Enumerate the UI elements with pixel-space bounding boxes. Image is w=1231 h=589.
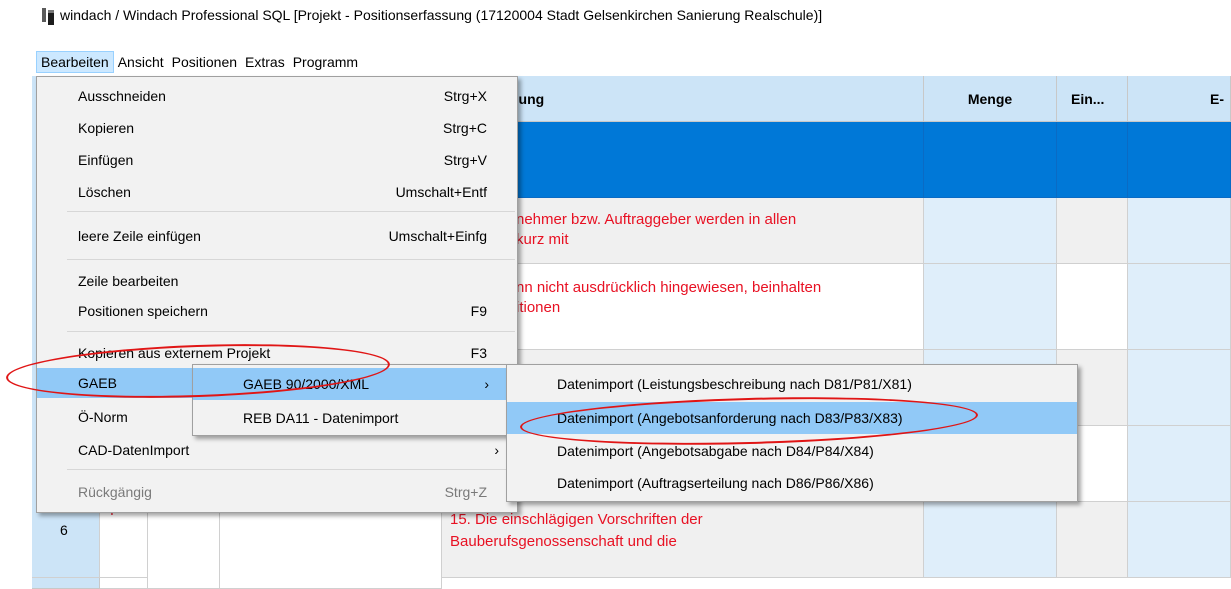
row-number: 6 bbox=[60, 522, 68, 538]
selected-row-cell[interactable] bbox=[1057, 122, 1128, 198]
row-text: nn nicht ausdrücklich hingewiesen, beinh… bbox=[516, 279, 822, 296]
menu-programm[interactable]: Programm bbox=[289, 51, 362, 73]
menu-separator bbox=[67, 211, 515, 212]
menu-separator bbox=[67, 331, 515, 332]
selected-row-cell[interactable] bbox=[1128, 122, 1231, 198]
row-text: kurz mit bbox=[516, 231, 569, 248]
menu-item-zeile-bearbeiten[interactable]: Zeile bearbeiten bbox=[37, 266, 517, 296]
menu-bearbeiten[interactable]: Bearbeiten bbox=[36, 51, 114, 73]
menu-item-leere-zeile[interactable]: leere Zeile einfügen Umschalt+Einfg bbox=[37, 221, 517, 251]
row-text: itionen bbox=[516, 299, 561, 316]
selected-row-cell[interactable] bbox=[924, 122, 1057, 198]
menu-item-cad-datenimport[interactable]: CAD-DatenImport › bbox=[37, 435, 517, 465]
ep-cell[interactable] bbox=[1128, 198, 1231, 264]
einheit-cell[interactable] bbox=[1057, 198, 1128, 264]
menu-item-positionen-speichern[interactable]: Positionen speichern F9 bbox=[37, 296, 517, 326]
ep-cell[interactable] bbox=[1128, 426, 1231, 502]
edit-menu: Ausschneiden Strg+X Kopieren Strg+C Einfüg… bbox=[36, 76, 518, 513]
menge-cell[interactable] bbox=[924, 264, 1057, 350]
row-text: 15. Die einschlägigen Vorschriften der bbox=[450, 511, 703, 528]
mark-cell[interactable]: I bbox=[100, 502, 148, 578]
row-number-cell[interactable]: 6 bbox=[32, 502, 100, 578]
menu-item-rueckgaengig[interactable]: Rückgängig Strg+Z bbox=[37, 477, 517, 507]
menu-item-einfuegen[interactable]: Einfügen Strg+V bbox=[37, 145, 517, 175]
menu-item-datenimport-d81[interactable]: Datenimport (Leistungsbeschreibung nach … bbox=[507, 369, 1077, 399]
ep-cell[interactable] bbox=[1128, 264, 1231, 350]
menu-item-datenimport-d86[interactable]: Datenimport (Auftragserteilung nach D86/… bbox=[507, 468, 1077, 498]
einheit-cell[interactable] bbox=[1057, 502, 1128, 578]
title-bar: windach / Windach Professional SQL [Proj… bbox=[0, 0, 1231, 30]
row-text: Bauberufsgenossenschaft und die bbox=[450, 533, 677, 550]
menu-item-kopieren[interactable]: Kopieren Strg+C bbox=[37, 113, 517, 143]
einheit-cell[interactable] bbox=[1057, 264, 1128, 350]
table-row[interactable]: 15. Die einschlägigen Vorschriften der B… bbox=[442, 502, 924, 578]
menge-cell[interactable] bbox=[924, 502, 1057, 578]
app-icon bbox=[40, 7, 56, 25]
chevron-right-icon: › bbox=[484, 376, 489, 392]
ep-cell[interactable] bbox=[1128, 350, 1231, 426]
menu-positionen[interactable]: Positionen bbox=[168, 51, 241, 73]
menu-ansicht[interactable]: Ansicht bbox=[114, 51, 168, 73]
menu-separator bbox=[67, 259, 515, 260]
menu-separator bbox=[67, 469, 515, 470]
menu-item-reb-da11[interactable]: REB DA11 - Datenimport bbox=[193, 403, 507, 433]
menge-cell[interactable] bbox=[924, 198, 1057, 264]
menu-extras[interactable]: Extras bbox=[241, 51, 289, 73]
row-text: nehmer bzw. Auftraggeber werden in allen bbox=[516, 211, 797, 228]
column-header-einheit[interactable]: Ein... bbox=[1057, 76, 1128, 122]
menu-item-loeschen[interactable]: Löschen Umschalt+Entf bbox=[37, 177, 517, 207]
chevron-right-icon: › bbox=[494, 442, 499, 458]
menu-bar: Bearbeiten Ansicht Positionen Extras Pro… bbox=[36, 51, 362, 73]
window-title: windach / Windach Professional SQL [Proj… bbox=[60, 7, 823, 23]
menu-item-ausschneiden[interactable]: Ausschneiden Strg+X bbox=[37, 81, 517, 111]
ep-cell[interactable] bbox=[1128, 502, 1231, 578]
column-header-ep[interactable]: E-Pr bbox=[1128, 76, 1231, 153]
column-header-menge[interactable]: Menge bbox=[924, 76, 1057, 122]
